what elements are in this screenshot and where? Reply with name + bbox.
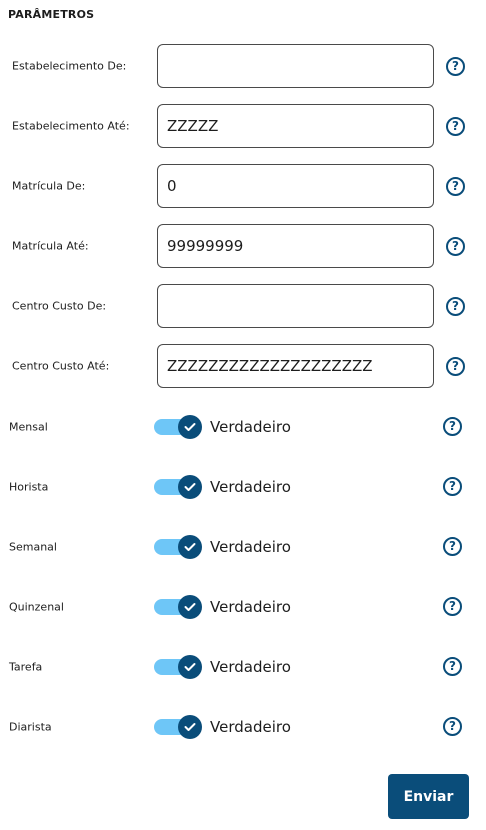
help-icon[interactable]: ? [443,657,462,676]
help-icon[interactable]: ? [443,597,462,616]
switch-row-mensal: Mensal Verdadeiro ? [0,412,486,442]
field-label: Estabelecimento De: [12,59,127,73]
matricula-ate-input[interactable] [157,224,434,268]
switch-row-tarefa: Tarefa Verdadeiro ? [0,652,486,682]
field-row-matricula-ate: Matrícula Até: ? [0,224,486,268]
help-icon[interactable]: ? [446,117,465,136]
submit-button[interactable]: Enviar [388,774,469,819]
section-title: PARÂMETROS [8,8,95,21]
help-icon[interactable]: ? [443,537,462,556]
check-icon[interactable] [178,415,202,439]
check-icon[interactable] [178,535,202,559]
matricula-de-input[interactable] [157,164,434,208]
switch-value: Verdadeiro [210,718,291,736]
help-icon[interactable]: ? [446,237,465,256]
field-row-matricula-de: Matrícula De: ? [0,164,486,208]
centro-custo-de-input[interactable] [157,284,434,328]
field-row-centro-custo-ate: Centro Custo Até: ? [0,344,486,388]
switch-value: Verdadeiro [210,538,291,556]
field-label: Estabelecimento Até: [12,119,130,133]
switch-label: Diarista [9,720,52,734]
switch-row-quinzenal: Quinzenal Verdadeiro ? [0,592,486,622]
help-icon[interactable]: ? [446,177,465,196]
switch-value: Verdadeiro [210,418,291,436]
help-icon[interactable]: ? [443,717,462,736]
switch-label: Horista [9,480,49,494]
switch-row-horista: Horista Verdadeiro ? [0,472,486,502]
help-icon[interactable]: ? [443,417,462,436]
switch-row-semanal: Semanal Verdadeiro ? [0,532,486,562]
switch-row-diarista: Diarista Verdadeiro ? [0,712,486,742]
centro-custo-ate-input[interactable] [157,344,434,388]
switch-label: Mensal [9,420,48,434]
estabelecimento-ate-input[interactable] [157,104,434,148]
switch-label: Semanal [9,540,57,554]
field-label: Centro Custo Até: [12,359,110,373]
check-icon[interactable] [178,655,202,679]
switch-label: Quinzenal [9,600,64,614]
help-icon[interactable]: ? [446,57,465,76]
switch-value: Verdadeiro [210,598,291,616]
switch-value: Verdadeiro [210,658,291,676]
switch-label: Tarefa [9,660,43,674]
field-label: Centro Custo De: [12,299,107,313]
field-label: Matrícula De: [12,179,86,193]
switch-value: Verdadeiro [210,478,291,496]
check-icon[interactable] [178,715,202,739]
help-icon[interactable]: ? [443,477,462,496]
check-icon[interactable] [178,475,202,499]
field-row-estabelecimento-de: Estabelecimento De: ? [0,44,486,88]
field-row-centro-custo-de: Centro Custo De: ? [0,284,486,328]
field-row-estabelecimento-ate: Estabelecimento Até: ? [0,104,486,148]
field-label: Matrícula Até: [12,239,89,253]
check-icon[interactable] [178,595,202,619]
help-icon[interactable]: ? [446,357,465,376]
estabelecimento-de-input[interactable] [157,44,434,88]
help-icon[interactable]: ? [446,297,465,316]
